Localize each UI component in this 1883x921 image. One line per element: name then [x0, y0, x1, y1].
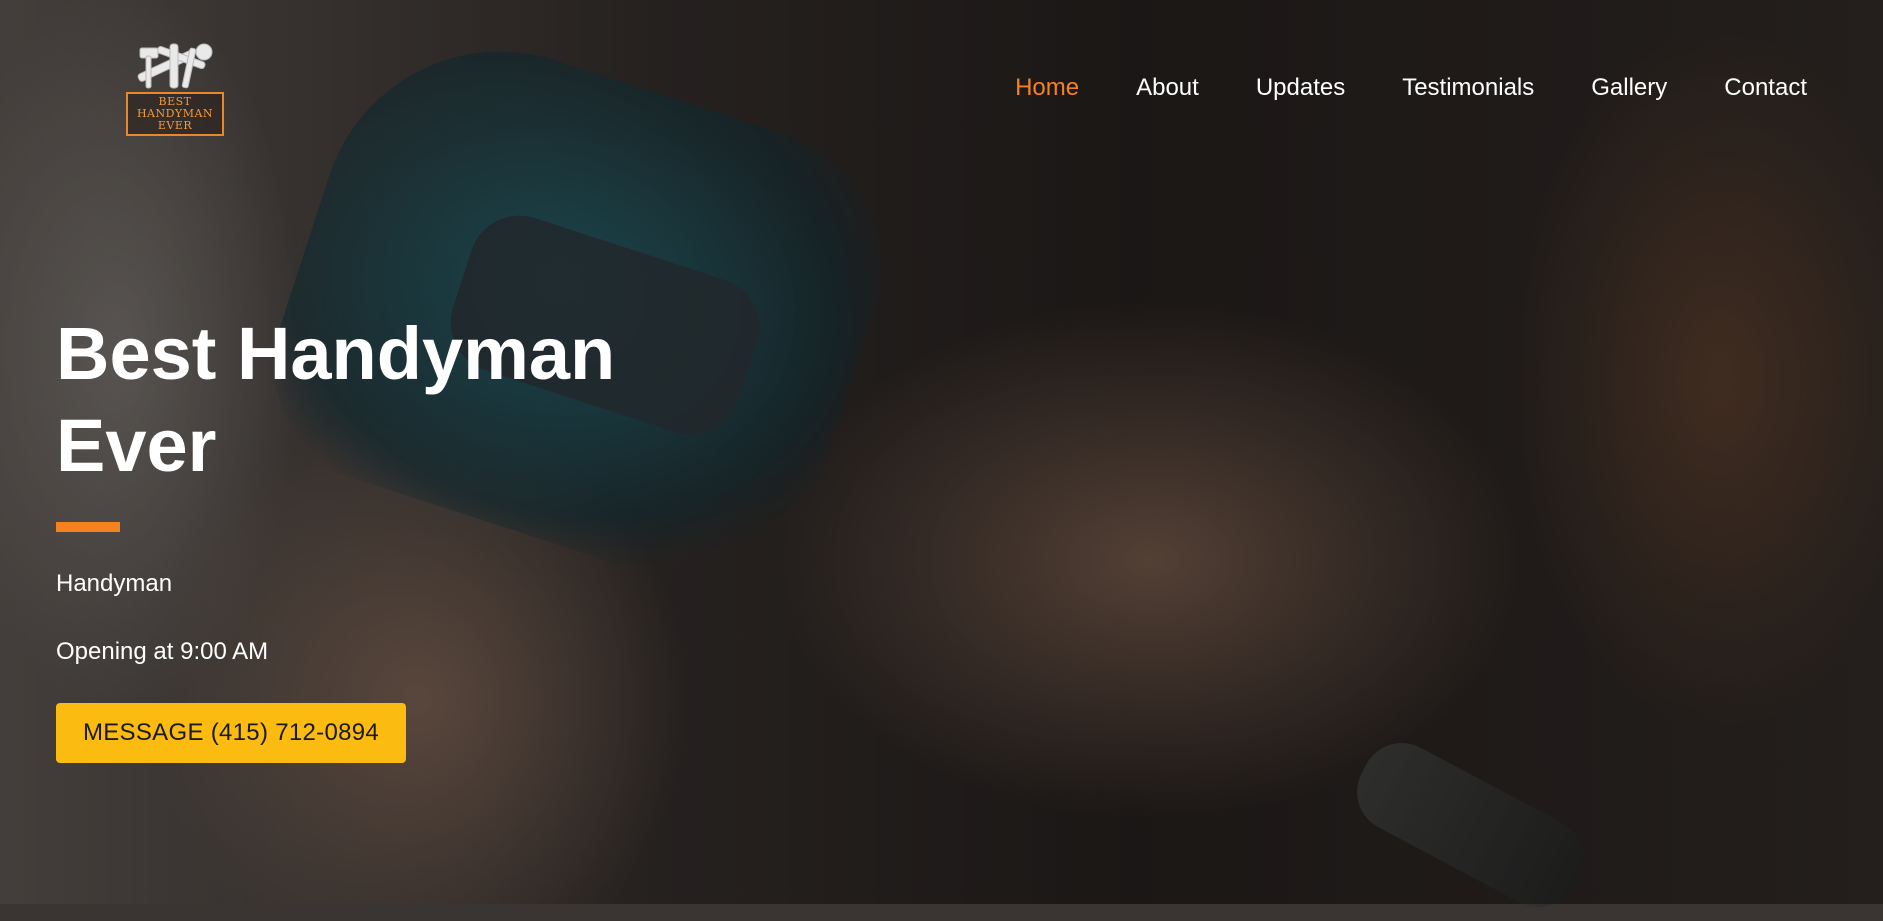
- nav-item-contact[interactable]: Contact: [1724, 72, 1807, 104]
- hero-title: Best Handyman Ever: [56, 312, 616, 487]
- nav-item-updates[interactable]: Updates: [1256, 72, 1345, 104]
- logo-wordmark: BEST HANDYMAN EVER: [126, 92, 224, 136]
- nav-item-testimonials[interactable]: Testimonials: [1402, 72, 1534, 104]
- site-logo[interactable]: BEST HANDYMAN EVER: [120, 40, 230, 136]
- hero-tagline: Handyman: [56, 570, 173, 597]
- nav-item-home[interactable]: Home: [1015, 72, 1079, 104]
- main-navigation: Home About Updates Testimonials Gallery …: [958, 72, 1807, 104]
- opening-hours: Opening at 9:00 AM: [56, 638, 269, 665]
- logo-line-3: EVER: [157, 119, 193, 132]
- nav-item-gallery[interactable]: Gallery: [1591, 72, 1667, 104]
- message-button[interactable]: MESSAGE (415) 712-0894: [56, 703, 406, 763]
- title-accent-divider: [56, 522, 120, 532]
- tools-icon: [137, 43, 213, 89]
- nav-item-about[interactable]: About: [1136, 72, 1199, 104]
